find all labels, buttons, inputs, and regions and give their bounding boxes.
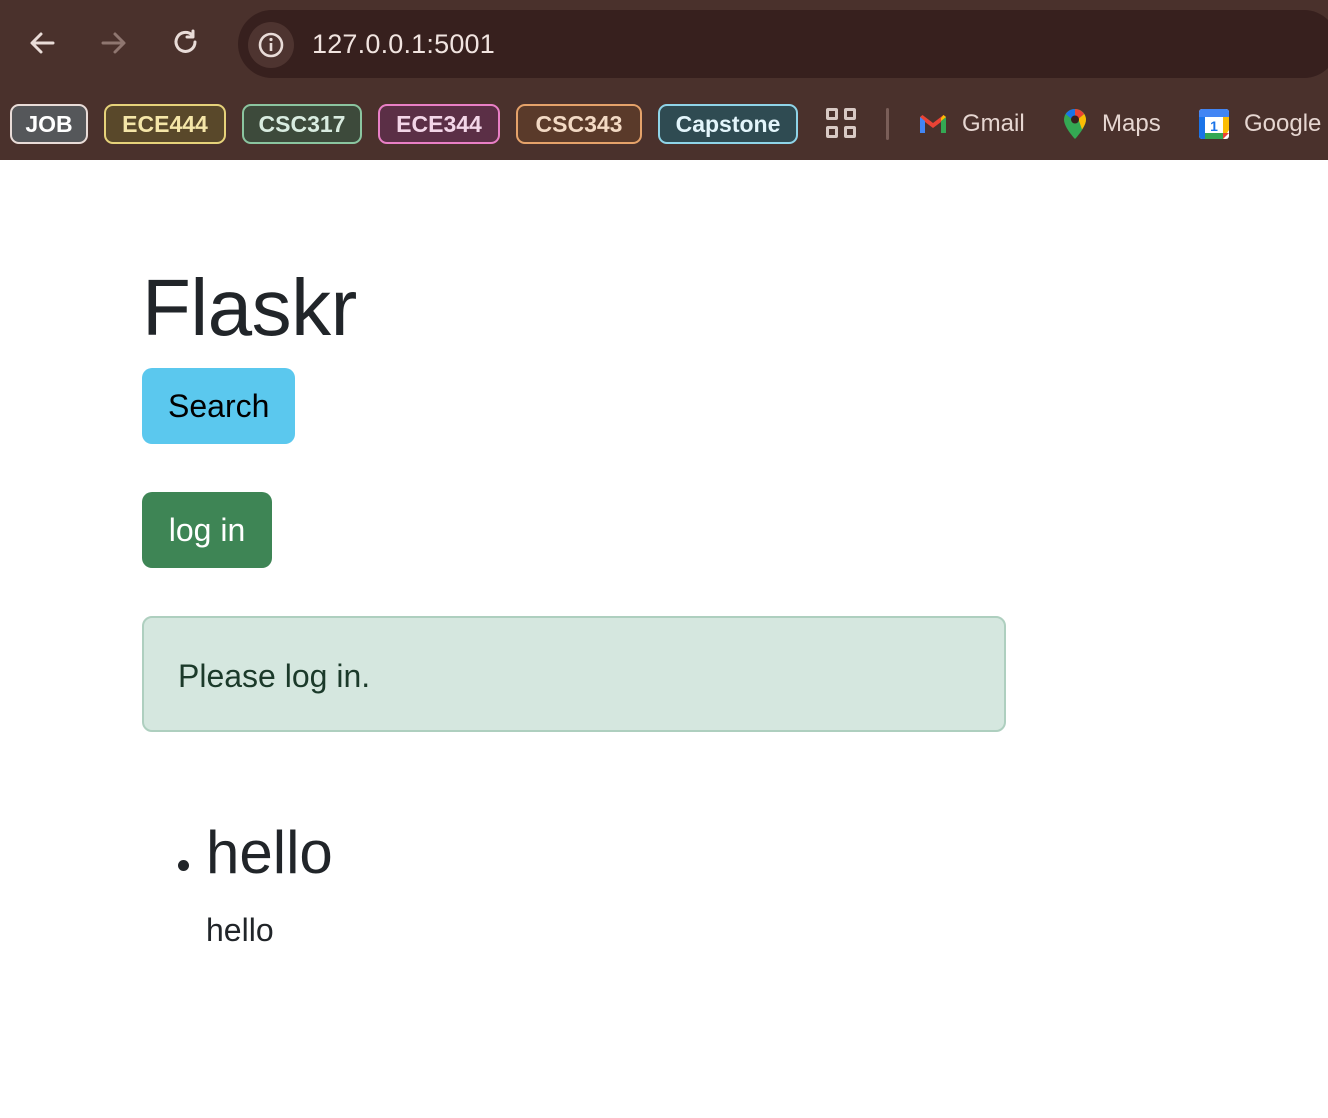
bookmark-folder-job[interactable]: JOB	[10, 104, 88, 144]
apps-grid-icon[interactable]	[826, 108, 858, 140]
site-info-icon[interactable]	[248, 22, 294, 68]
bookmarks-divider	[886, 108, 889, 140]
google-calendar-icon: 1	[1198, 108, 1230, 140]
bookmarks-bar: JOB ECE444 CSC317 ECE344 CSC343 Capstone…	[0, 102, 1328, 146]
url-text[interactable]: 127.0.0.1:5001	[312, 10, 495, 78]
bookmark-folder-csc343[interactable]: CSC343	[516, 104, 642, 144]
page-title: Flaskr	[142, 263, 357, 352]
bookmark-folder-capstone[interactable]: Capstone	[658, 104, 798, 144]
back-arrow-icon[interactable]	[25, 26, 59, 60]
svg-text:1: 1	[1210, 118, 1218, 134]
browser-toolbar: 127.0.0.1:5001 JOB ECE444 CSC317 ECE344 …	[0, 0, 1328, 160]
maps-icon	[1062, 108, 1088, 140]
post-body: hello	[206, 912, 274, 948]
search-button[interactable]: Search	[142, 368, 295, 444]
post-title: hello	[206, 819, 333, 886]
flash-alert: Please log in.	[142, 616, 1006, 732]
bookmark-maps[interactable]: Maps	[1062, 102, 1161, 146]
bookmark-folder-csc317[interactable]: CSC317	[242, 104, 362, 144]
alert-message: Please log in.	[178, 658, 371, 694]
bookmark-google-calendar[interactable]: 1 Google	[1198, 102, 1321, 146]
bookmark-google-label: Google	[1244, 110, 1322, 137]
login-button[interactable]: log in	[142, 492, 272, 568]
address-bar[interactable]: 127.0.0.1:5001	[238, 10, 1328, 78]
bullet-icon	[178, 860, 189, 871]
bookmark-gmail-label: Gmail	[962, 110, 1025, 137]
reload-icon[interactable]	[169, 26, 203, 60]
bookmark-gmail[interactable]: Gmail	[918, 102, 1025, 146]
forward-arrow-icon[interactable]	[97, 26, 131, 60]
gmail-icon	[918, 113, 948, 135]
bookmark-maps-label: Maps	[1102, 110, 1161, 137]
bookmark-folder-ece444[interactable]: ECE444	[104, 104, 226, 144]
bookmark-folder-ece344[interactable]: ECE344	[378, 104, 500, 144]
